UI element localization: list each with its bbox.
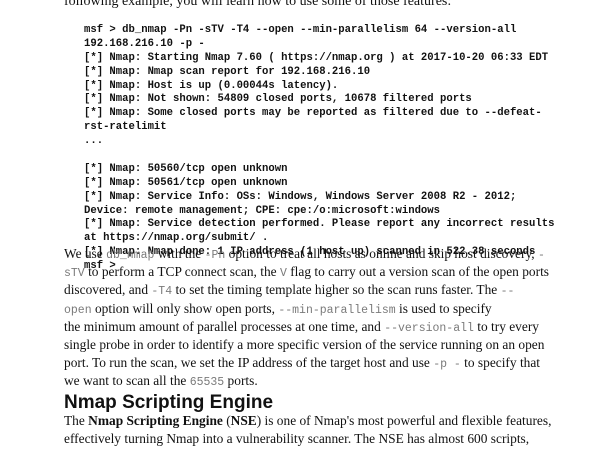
inline-code: - bbox=[537, 249, 545, 262]
nse-paragraph: The Nmap Scripting Engine (NSE) is one o… bbox=[64, 412, 551, 448]
text: The bbox=[64, 413, 89, 428]
text: We use bbox=[64, 246, 107, 261]
code-line: [*] Nmap: Nmap scan report for 192.168.2… bbox=[84, 65, 371, 78]
paragraph-line: open option will only show open ports, -… bbox=[64, 300, 544, 318]
text: option will only show open ports, bbox=[91, 300, 279, 316]
paragraph-line: single probe in order to identify a more… bbox=[64, 336, 544, 354]
text: ports. bbox=[224, 373, 258, 389]
text: ( bbox=[222, 413, 231, 428]
intro-text: following example, you will learn how to… bbox=[64, 0, 452, 9]
paragraph-line: The Nmap Scripting Engine (NSE) is one o… bbox=[64, 412, 551, 430]
paragraph-line: discovered, and -T4 to set the timing te… bbox=[64, 281, 544, 299]
code-line: [*] Nmap: Service detection performed. P… bbox=[84, 218, 555, 231]
paragraph-line: we want to scan all the 65535 ports. bbox=[64, 372, 544, 390]
code-line: [*] Nmap: Starting Nmap 7.60 ( https://n… bbox=[84, 51, 549, 64]
inline-code: -- bbox=[500, 285, 515, 299]
code-line: rst-ratelimit bbox=[84, 121, 167, 134]
text: flag to carry out a version scan of the … bbox=[286, 264, 550, 280]
bold-text: Nmap Scripting Engine bbox=[88, 413, 223, 428]
code-line: [*] Nmap: 50561/tcp open unknown bbox=[84, 176, 288, 189]
text: to try every bbox=[473, 318, 539, 334]
code-line: [*] Nmap: Some closed ports may be repor… bbox=[84, 107, 542, 120]
inline-code: 65535 bbox=[189, 376, 225, 390]
document-page: following example, you will learn how to… bbox=[0, 0, 600, 450]
code-line: ... bbox=[84, 135, 104, 148]
code-line: msf > db_nmap -Pn -sTV -T4 --open --min-… bbox=[84, 24, 517, 36]
inline-code: V bbox=[279, 267, 287, 281]
code-line: Device: remote management; CPE: cpe:/o:m… bbox=[84, 204, 441, 217]
text: discovered, and bbox=[64, 282, 152, 298]
bold-text: NSE bbox=[230, 413, 257, 428]
code-line: 192.168.216.10 -p - bbox=[84, 37, 205, 50]
paragraph-line: the minimum amount of parallel processes… bbox=[64, 318, 544, 336]
text: with the bbox=[154, 246, 205, 261]
text: option to treat all hosts as online and … bbox=[225, 246, 538, 261]
code-block: msf > db_nmap -Pn -sTV -T4 --open --min-… bbox=[84, 24, 554, 274]
paragraph-line: We use db_nmap with the -Pn option to tr… bbox=[64, 245, 545, 263]
text: ) is one of Nmap's most powerful and fle… bbox=[256, 413, 552, 428]
code-line: [*] Nmap: Service Info: OSs: Windows, Wi… bbox=[84, 190, 517, 203]
code-line: [*] Nmap: Not shown: 54809 closed ports,… bbox=[84, 93, 472, 106]
text: effectively turning Nmap into a vulnerab… bbox=[64, 431, 530, 447]
text: port. To run the scan, we set the IP add… bbox=[64, 355, 434, 371]
text: to perform a TCP connect scan, the bbox=[84, 264, 280, 280]
paragraph-line: sTV to perform a TCP connect scan, the V… bbox=[64, 263, 549, 281]
inline-code: db_nmap bbox=[106, 249, 155, 262]
inline-code: --version-all bbox=[384, 321, 474, 335]
inline-code: -p - bbox=[433, 358, 461, 372]
paragraph-line: port. To run the scan, we set the IP add… bbox=[64, 354, 544, 372]
inline-code: -T4 bbox=[151, 285, 173, 299]
explanation-paragraph: We use db_nmap with the -Pn option to tr… bbox=[64, 245, 549, 391]
code-line: [*] Nmap: Host is up (0.00044s latency). bbox=[84, 79, 339, 92]
text: to set the timing template higher so the… bbox=[172, 282, 501, 298]
text: we want to scan all the bbox=[64, 373, 190, 389]
code-line: [*] Nmap: 50560/tcp open unknown bbox=[84, 162, 288, 175]
text: is used to specify bbox=[395, 300, 492, 316]
paragraph-line: effectively turning Nmap into a vulnerab… bbox=[64, 430, 544, 448]
inline-code: open bbox=[64, 303, 92, 317]
text: the minimum amount of parallel processes… bbox=[64, 318, 385, 334]
text: to specify that bbox=[460, 355, 541, 371]
text: single probe in order to identify a more… bbox=[64, 336, 545, 352]
inline-code: sTV bbox=[64, 267, 85, 281]
inline-code: -Pn bbox=[204, 249, 226, 262]
inline-code: --min-parallelism bbox=[278, 303, 396, 317]
